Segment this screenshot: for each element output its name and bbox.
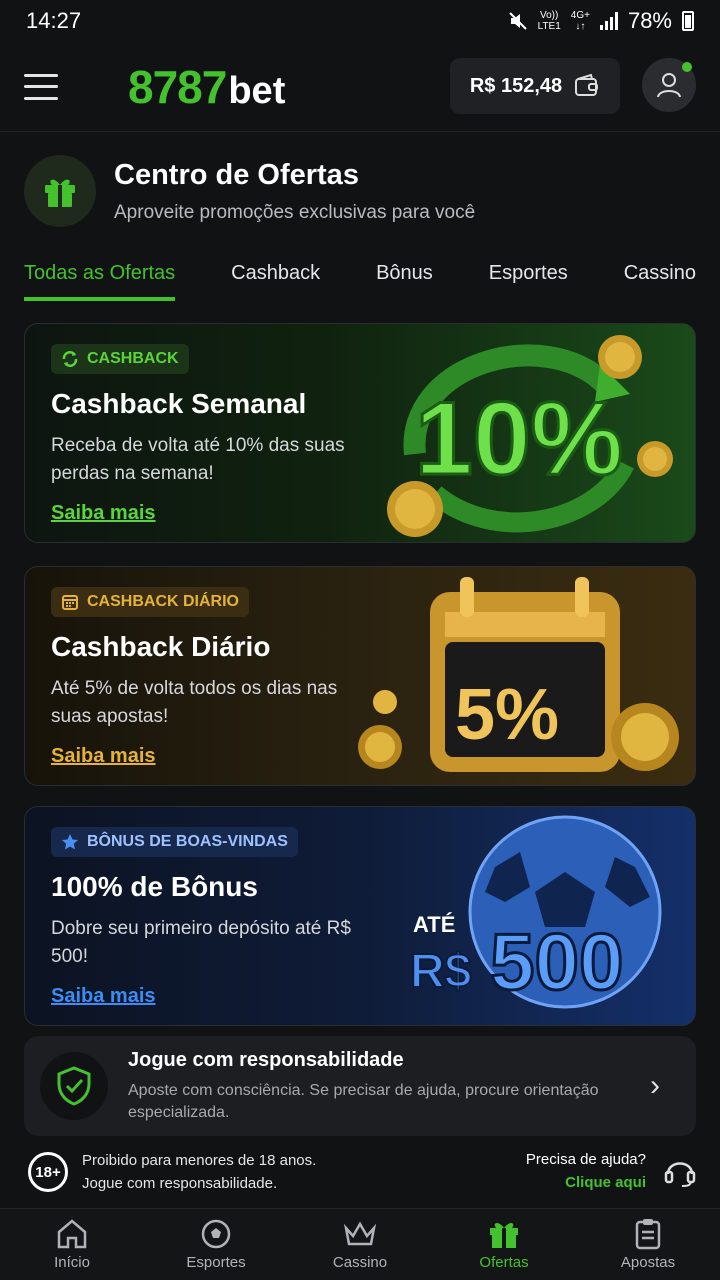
crown-icon (343, 1221, 377, 1246)
saiba-mais-link[interactable]: Saiba mais (51, 985, 156, 1008)
saiba-mais-link[interactable]: Saiba mais (51, 502, 156, 525)
nav-apostas[interactable]: Apostas (593, 1218, 703, 1271)
balance-button[interactable]: R$ 152,48 (450, 58, 620, 114)
svg-text:5%: 5% (455, 675, 559, 755)
offers-center-header: Centro de Ofertas Aproveite promoções ex… (24, 155, 475, 227)
card-title: Cashback Semanal (51, 388, 307, 419)
card-description: Até 5% de volta todos os dias nas suas a… (51, 678, 338, 727)
balance-value: R$ 152,48 (469, 74, 563, 97)
mute-icon (508, 12, 527, 30)
welcome-bonus-badge: BÔNUS DE BOAS-VINDAS (51, 827, 298, 857)
offer-tabs: Todas as Ofertas Cashback Bônus Esportes… (24, 262, 696, 301)
responsibility-subtitle: Aposte com consciência. Se precisar de a… (128, 1081, 599, 1121)
svg-text:ATÉ: ATÉ (413, 912, 455, 937)
wallet-icon (575, 74, 599, 96)
volte-indicator: Vo)) LTE1 (537, 10, 561, 32)
responsibility-title: Jogue com responsabilidade (128, 1048, 404, 1071)
soccer-ball-icon (201, 1219, 231, 1249)
bottom-nav: Início Esportes Cassino Ofertas Apostas (0, 1208, 720, 1280)
user-icon (657, 73, 681, 98)
online-indicator (682, 62, 692, 72)
calendar-5-percent-art: 5% (358, 577, 679, 772)
help-question: Precisa de ajuda? (525, 1151, 646, 1168)
svg-text:10%: 10% (415, 381, 623, 497)
soccer-ball-500-art: ATÉ R$ 500 (409, 815, 662, 1009)
page-subtitle: Aproveite promoções exclusivas para você (114, 201, 476, 223)
tab-esportes[interactable]: Esportes (489, 262, 568, 301)
battery-icon (682, 11, 694, 31)
saiba-mais-link[interactable]: Saiba mais (51, 745, 156, 768)
home-icon (57, 1219, 87, 1249)
nav-esportes[interactable]: Esportes (161, 1218, 271, 1271)
gift-icon (490, 1223, 518, 1248)
clock: 14:27 (26, 8, 82, 33)
svg-text:500: 500 (490, 917, 623, 1006)
shield-check-icon (40, 1052, 108, 1120)
page-title: Centro de Ofertas (114, 158, 359, 191)
tab-todas-as-ofertas[interactable]: Todas as Ofertas (24, 262, 176, 301)
tab-cashback[interactable]: Cashback (231, 262, 320, 301)
logo[interactable]: 8787 bet (128, 60, 285, 114)
app-header: 8787 bet R$ 152,48 (0, 42, 720, 132)
svg-text:R$: R$ (410, 945, 472, 998)
cashback-diario-badge: CASHBACK DIÁRIO (51, 587, 249, 617)
age-notice: 18+ Proibido para menores de 18 anos. Jo… (28, 1146, 696, 1198)
gift-icon (24, 155, 96, 227)
calendar-icon (62, 595, 78, 610)
tab-bonus[interactable]: Bônus (376, 262, 433, 301)
nav-inicio[interactable]: Início (17, 1218, 127, 1271)
card-description: Receba de volta até 10% das suas perdas … (51, 435, 345, 484)
star-icon (62, 834, 78, 850)
offer-card-cashback-semanal[interactable]: 10% CASHBACK Cashback Semanal Receba de … (24, 323, 696, 543)
status-icons: Vo)) LTE1 4G+ ↓↑ 78% (508, 8, 694, 34)
nav-ofertas[interactable]: Ofertas (449, 1218, 559, 1271)
tab-cassino[interactable]: Cassino (624, 262, 696, 301)
status-bar: 14:27 Vo)) LTE1 4G+ ↓↑ 78% (0, 0, 720, 42)
age-warning-text: Proibido para menores de 18 anos. (82, 1152, 317, 1169)
profile-button[interactable] (642, 58, 696, 112)
responsible-gaming-banner[interactable]: Jogue com responsabilidade Aposte com co… (24, 1036, 696, 1136)
signal-icon (599, 12, 618, 30)
offer-card-bonus-boas-vindas[interactable]: ATÉ R$ 500 BÔNUS DE BOAS-VINDAS 100% de … (24, 806, 696, 1026)
menu-icon[interactable] (24, 73, 58, 100)
age-18-icon: 18+ (28, 1152, 68, 1192)
network-type: 4G+ ↓↑ (570, 10, 590, 32)
help-section: Precisa de ajuda? Clique aqui (526, 1148, 646, 1194)
nav-cassino[interactable]: Cassino (305, 1218, 415, 1271)
cashback-badge: CASHBACK (51, 344, 189, 374)
card-description: Dobre seu primeiro depósito até R$ 500! (51, 918, 351, 967)
refresh-icon (62, 351, 78, 367)
responsible-text: Jogue com responsabilidade. (82, 1175, 278, 1192)
card-title: Cashback Diário (51, 631, 271, 662)
chevron-right-icon: › (650, 1069, 660, 1102)
bet-slip-icon (635, 1219, 661, 1250)
help-link[interactable]: Clique aqui (526, 1171, 646, 1194)
headset-icon[interactable] (664, 1154, 696, 1188)
cashback-10-percent-art: 10% (387, 335, 673, 537)
offer-card-cashback-diario[interactable]: 5% CASHBACK DIÁRIO Cashback Diário Até 5… (24, 566, 696, 786)
battery-percent: 78% (627, 8, 672, 33)
card-title: 100% de Bônus (51, 871, 258, 902)
